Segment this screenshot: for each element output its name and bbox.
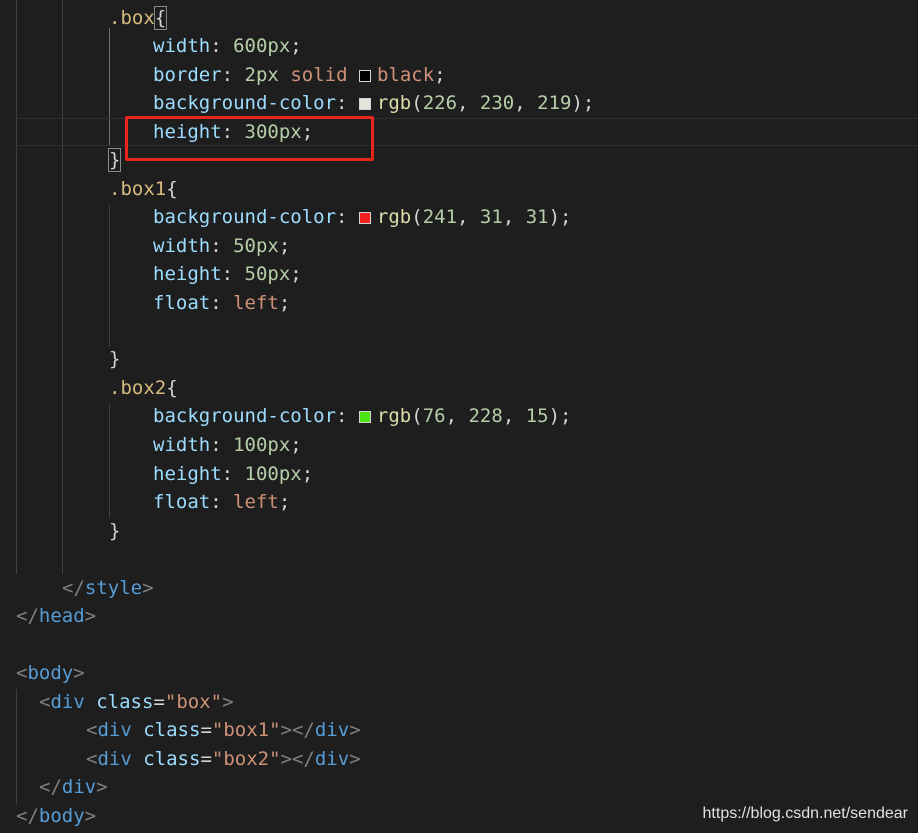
html-tag: div: [61, 776, 97, 798]
html-tag: body: [38, 805, 85, 827]
css-property: width: [153, 235, 211, 257]
css-property: height: [153, 463, 222, 485]
code-line[interactable]: </div>: [0, 773, 918, 801]
html-tag: body: [27, 662, 74, 684]
code-line[interactable]: <div class="box2"></div>: [0, 745, 918, 773]
code-line[interactable]: float: left;: [0, 488, 918, 516]
css-value: 50px: [233, 235, 279, 257]
css-function: rgb: [376, 206, 412, 228]
css-value: 100px: [233, 434, 291, 456]
code-line[interactable]: .box{: [0, 4, 918, 32]
html-tag: div: [314, 748, 350, 770]
html-tag: div: [314, 719, 350, 741]
code-line[interactable]: width: 50px;: [0, 232, 918, 260]
code-line[interactable]: background-color: rgb(76, 228, 15);: [0, 402, 918, 430]
css-function: rgb: [376, 92, 412, 114]
code-line[interactable]: .box2{: [0, 374, 918, 402]
html-tag: div: [97, 719, 132, 741]
css-property: background-color: [153, 92, 337, 114]
open-brace: {: [153, 6, 168, 30]
css-property: background-color: [153, 206, 337, 228]
code-line[interactable]: </head>: [0, 602, 918, 630]
color-swatch-icon[interactable]: [358, 98, 371, 110]
html-attribute: class: [143, 748, 201, 770]
code-line[interactable]: }: [0, 517, 918, 545]
html-tag: style: [84, 577, 143, 599]
code-line[interactable]: <div class="box1"></div>: [0, 716, 918, 744]
css-value: left: [233, 491, 279, 513]
watermark-text: https://blog.csdn.net/sendear: [702, 805, 908, 822]
attribute-value: "box": [164, 691, 223, 713]
css-value: black: [376, 64, 435, 86]
css-property: float: [153, 491, 211, 513]
color-swatch-icon[interactable]: [358, 70, 371, 82]
code-line[interactable]: float: left;: [0, 289, 918, 317]
close-brace: }: [109, 520, 121, 542]
css-property: width: [153, 434, 211, 456]
css-value: 600px: [233, 35, 291, 57]
html-tag: head: [38, 605, 85, 627]
code-line[interactable]: <div class="box">: [0, 688, 918, 716]
attribute-value: "box2": [211, 748, 281, 770]
css-property: background-color: [153, 405, 337, 427]
color-swatch-icon[interactable]: [358, 411, 371, 423]
code-line[interactable]: <body>: [0, 659, 918, 687]
css-property: float: [153, 292, 211, 314]
css-value: 50px: [244, 263, 291, 285]
html-tag: div: [50, 691, 85, 713]
code-line[interactable]: background-color: rgb(226, 230, 219);: [0, 89, 918, 117]
css-selector: .box1: [109, 178, 167, 200]
css-value: left: [233, 292, 279, 314]
close-brace: }: [109, 348, 121, 370]
css-value: solid: [290, 64, 348, 86]
html-tag: div: [97, 748, 132, 770]
code-line[interactable]: border: 2px solid black;: [0, 61, 918, 89]
code-line[interactable]: height: 50px;: [0, 260, 918, 288]
css-property: border: [153, 64, 222, 86]
css-property: width: [153, 35, 211, 57]
code-line[interactable]: background-color: rgb(241, 31, 31);: [0, 203, 918, 231]
code-editor[interactable]: .box{ width: 600px; border: 2px solid bl…: [0, 0, 918, 833]
code-line[interactable]: width: 600px;: [0, 32, 918, 60]
html-attribute: class: [96, 691, 154, 713]
code-line[interactable]: width: 100px;: [0, 431, 918, 459]
close-brace: }: [107, 148, 122, 172]
css-selector: .box2: [109, 377, 167, 399]
code-line[interactable]: }: [0, 345, 918, 373]
css-value: 2px: [244, 64, 279, 86]
css-value: 100px: [244, 463, 302, 485]
code-line[interactable]: height: 100px;: [0, 460, 918, 488]
css-selector: .box: [109, 7, 155, 29]
attribute-value: "box1": [211, 719, 281, 741]
code-line[interactable]: .box1{: [0, 175, 918, 203]
color-swatch-icon[interactable]: [358, 212, 371, 224]
html-attribute: class: [143, 719, 201, 741]
css-property: height: [153, 263, 222, 285]
code-line[interactable]: }: [0, 146, 918, 174]
css-function: rgb: [376, 405, 412, 427]
code-line[interactable]: </style>: [0, 574, 918, 602]
